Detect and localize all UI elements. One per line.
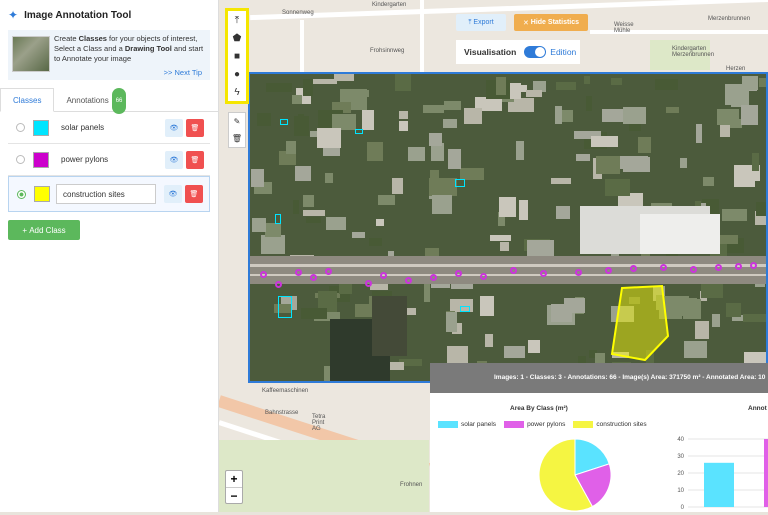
area-by-class-pie-chart: [538, 438, 612, 512]
legend-item: solar panels: [438, 421, 496, 428]
upload-icon[interactable]: ⤒: [235, 15, 239, 26]
app-title: Image Annotation Tool: [24, 9, 132, 21]
class-name-input[interactable]: construction sites: [56, 184, 156, 204]
tab-annotations[interactable]: Annotations 66: [54, 88, 138, 114]
hide-statistics-button[interactable]: ✕ Hide Statistics: [514, 14, 588, 31]
sidebar: ✦ Image Annotation Tool Create Classes f…: [0, 0, 219, 512]
plus-icon: +: [22, 225, 30, 235]
legend-item: construction sites: [573, 421, 647, 428]
y-tick-label: 10: [677, 488, 684, 494]
tip-thumbnail: [12, 36, 50, 72]
class-radio[interactable]: [16, 123, 25, 132]
map-label: Sonnenweg: [282, 10, 314, 16]
drawing-toolbar: ⤒ ⬟ ■ ● ϟ: [225, 8, 249, 104]
delete-icon[interactable]: 🗑: [232, 134, 242, 143]
edit-icon[interactable]: ✎: [234, 117, 241, 126]
tab-classes[interactable]: Classes: [0, 88, 55, 112]
class-row[interactable]: solar panels 👁 🗑: [8, 112, 210, 144]
tip-box: Create Classes for your objects of inter…: [8, 30, 210, 80]
eye-icon[interactable]: 👁: [165, 150, 183, 169]
add-class-button[interactable]: + Add Class: [8, 220, 80, 240]
class-color-swatch[interactable]: [34, 186, 50, 202]
annotations-count-badge: 66: [111, 88, 127, 114]
class-name[interactable]: power pylons: [55, 150, 151, 170]
next-tip-link[interactable]: >> Next Tip: [164, 68, 202, 77]
aerial-image-canvas[interactable]: [248, 72, 768, 383]
map-label: Weisse Mühle: [614, 22, 634, 34]
bar-chart-title: Annot: [748, 405, 767, 412]
legend-item: power pylons: [504, 421, 565, 428]
circle-tool-icon[interactable]: ●: [234, 69, 240, 80]
class-name[interactable]: solar panels: [55, 118, 151, 138]
stats-summary: Images: 1 - Classes: 3 - Annotations: 66…: [430, 363, 768, 393]
class-radio-selected[interactable]: [17, 189, 26, 199]
zoom-out-button[interactable]: −: [230, 488, 237, 505]
class-row-selected[interactable]: construction sites 👁 🗑: [8, 176, 210, 212]
class-row[interactable]: power pylons 👁 🗑: [8, 144, 210, 176]
eye-icon[interactable]: 👁: [165, 118, 183, 137]
trash-icon[interactable]: 🗑: [186, 150, 204, 169]
export-button[interactable]: ⤒ Export: [456, 14, 506, 31]
class-color-swatch[interactable]: [33, 119, 49, 136]
map-label: Frohnen: [400, 482, 423, 488]
y-tick-label: 30: [677, 454, 684, 460]
magic-wand-icon: ✦: [8, 8, 19, 22]
annotations-bar-chart: 40 30 20 10 0: [677, 437, 768, 511]
edit-toolbar: ✎ 🗑: [228, 112, 246, 148]
map-label: Merzenbrunnen: [708, 16, 751, 22]
polygon-tool-icon[interactable]: ⬟: [233, 33, 242, 44]
rectangle-tool-icon[interactable]: ■: [234, 51, 240, 62]
map-label: Kaffeemaschinen: [262, 388, 309, 394]
eye-icon[interactable]: 👁: [164, 185, 182, 203]
sidebar-tabs: Classes Annotations 66: [0, 88, 218, 114]
visualisation-toggle-box: Visualisation Edition: [456, 40, 580, 64]
class-list: solar panels 👁 🗑 power pylons 👁 🗑 constr…: [8, 112, 210, 212]
mode-toggle[interactable]: [524, 46, 547, 58]
app-header: ✦ Image Annotation Tool: [0, 0, 218, 30]
y-tick-label: 20: [677, 471, 684, 477]
close-icon: ✕: [522, 19, 531, 27]
pie-legend: solar panels power pylons construction s…: [438, 421, 655, 428]
map-label: Bahnstrasse: [265, 410, 299, 416]
edition-label: Edition: [550, 47, 577, 57]
zoom-control: + −: [225, 470, 243, 504]
trash-icon[interactable]: 🗑: [186, 118, 204, 137]
map-label: Kindergarten: [372, 2, 407, 8]
zoom-in-button[interactable]: +: [226, 471, 242, 488]
bar: [704, 462, 734, 507]
class-radio[interactable]: [16, 155, 25, 164]
map-label: Frohsinnweg: [370, 48, 405, 54]
trash-icon[interactable]: 🗑: [185, 185, 203, 203]
y-tick-label: 40: [677, 437, 684, 443]
map-label: Kindergarten Merzenbrunnen: [672, 46, 715, 58]
class-color-swatch[interactable]: [33, 151, 49, 168]
y-tick-label: 0: [681, 505, 685, 511]
visualisation-label: Visualisation: [464, 47, 517, 57]
pie-chart-title: Area By Class (m²): [510, 405, 568, 412]
lightning-tool-icon[interactable]: ϟ: [234, 87, 239, 98]
bar: [764, 439, 768, 507]
statistics-panel: Images: 1 - Classes: 3 - Annotations: 66…: [430, 363, 768, 512]
construction-site-annotation[interactable]: [250, 74, 768, 383]
map-label: Tetra Print AG: [312, 414, 326, 432]
